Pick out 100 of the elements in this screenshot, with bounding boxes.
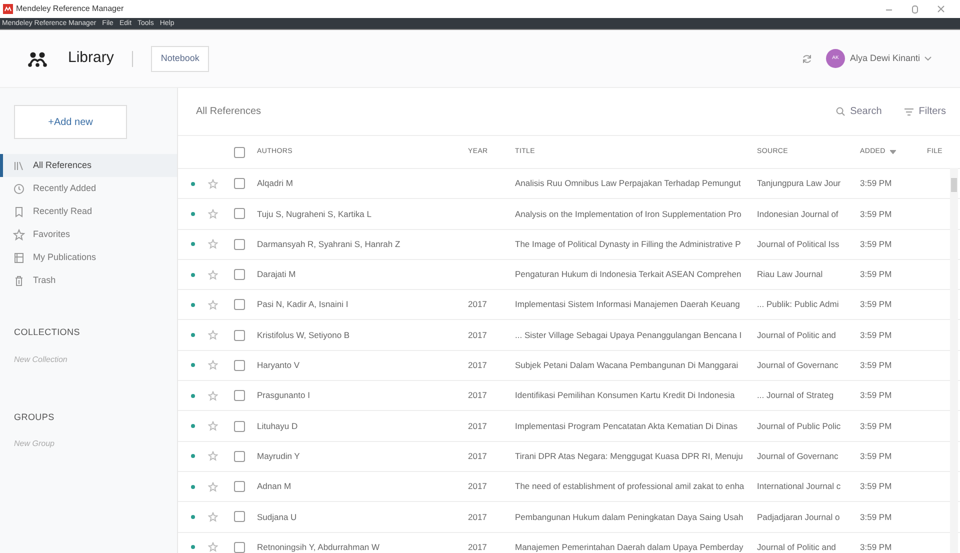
star-icon[interactable] <box>208 360 218 370</box>
row-checkbox[interactable] <box>234 299 245 310</box>
table-cell: 2017 <box>468 330 487 340</box>
row-checkbox[interactable] <box>234 269 245 280</box>
star-icon[interactable] <box>208 270 218 280</box>
table-cell: Mayrudin Y <box>257 450 300 461</box>
table-cell: 2017 <box>468 450 487 461</box>
table-cell: Pasi N, Kadir A, Isnaini I <box>257 299 348 310</box>
sync-icon <box>802 54 812 64</box>
table-cell: Sudjana U <box>257 512 297 522</box>
window-title: Mendeley Reference Manager <box>16 3 124 15</box>
filters-button[interactable]: Filters <box>904 104 946 119</box>
sidebar-item[interactable]: Trash <box>0 269 177 292</box>
table-cell: Darmansyah R, Syahrani S, Hanrah Z <box>257 238 400 249</box>
select-all-checkbox[interactable] <box>234 146 245 158</box>
row-checkbox[interactable] <box>234 450 245 462</box>
row-checkbox[interactable] <box>234 542 245 553</box>
star-icon[interactable] <box>208 482 218 492</box>
star-icon[interactable] <box>208 542 218 552</box>
table-cell: Manajemen Pemerintahan Daerah dalam Upaya Pemberday <box>515 542 744 552</box>
table-cell: 3:59 PM <box>860 208 892 219</box>
table-cell: 3:59 PM <box>860 269 892 280</box>
star-icon[interactable] <box>208 390 218 401</box>
table-cell: Adnan M <box>257 481 292 492</box>
search-button[interactable]: Search <box>836 104 882 119</box>
star-icon[interactable] <box>208 300 218 310</box>
table-cell: 2017 <box>468 360 487 370</box>
table-cell: Tuju S, Nugraheni S, Kartika L <box>257 208 372 219</box>
table-cell: Prasgunanto I <box>257 390 310 400</box>
table-cell: Tanjungpura Law Jour <box>757 178 841 188</box>
table-cell: ... Journal of Strateg <box>757 390 834 400</box>
row-checkbox[interactable] <box>234 238 245 250</box>
star-icon[interactable] <box>208 451 218 462</box>
star-icon[interactable] <box>208 421 218 432</box>
sidebar-item[interactable]: All References <box>0 154 177 177</box>
table-cell: Pembangunan Hukum dalam Peningkatan Daya Saing Usah <box>515 512 744 522</box>
table-cell: 3:59 PM <box>860 390 892 400</box>
bookmark-icon <box>13 206 25 218</box>
table-cell: Riau Law Journal <box>757 269 823 280</box>
table-cell: 3:59 PM <box>860 330 892 340</box>
table-cell: Padjadjaran Journal o <box>757 512 840 522</box>
table-cell: The need of establishment of professional amil zakat to enha <box>515 481 744 492</box>
table-cell: Journal of Governanc <box>757 360 838 370</box>
section-heading: COLLECTIONS <box>14 326 81 339</box>
table-cell: 3:59 PM <box>860 238 892 249</box>
table-cell: 3:59 PM <box>860 360 892 370</box>
star-icon[interactable] <box>208 178 218 189</box>
sidebar-item[interactable]: Recently Read <box>0 200 177 223</box>
table-cell: 3:59 PM <box>860 542 892 552</box>
table-cell: Analysis on the Implementation of Iron Supplementation Pro <box>515 208 742 219</box>
table-cell: Darajati M <box>257 269 296 280</box>
add-new-button[interactable]: +Add new <box>14 105 127 139</box>
table-cell: Indonesian Journal of <box>757 208 838 219</box>
table-cell: 2017 <box>468 512 487 522</box>
table-cell: Journal of Political Iss <box>757 238 840 249</box>
scrollbar[interactable] <box>950 168 958 553</box>
sidebar-item[interactable]: Favorites <box>0 223 177 246</box>
table-cell: International Journal c <box>757 481 841 492</box>
table-cell: Analisis Ruu Omnibus Law Perpajakan Terhadap Pemungut <box>515 178 741 188</box>
star-icon[interactable] <box>208 512 218 522</box>
row-checkbox[interactable] <box>234 208 245 220</box>
table-cell: Journal of Politic and <box>757 542 836 552</box>
row-checkbox[interactable] <box>234 511 245 522</box>
app-logo-icon <box>3 4 13 14</box>
table-cell: 3:59 PM <box>860 420 892 431</box>
row-checkbox[interactable] <box>234 481 245 492</box>
table-cell: 2017 <box>468 481 487 492</box>
sidebar-item[interactable]: Recently Added <box>0 177 177 200</box>
table-cell: 3:59 PM <box>860 178 892 188</box>
table-cell: 2017 <box>468 542 487 552</box>
star-icon[interactable] <box>208 239 218 250</box>
user-menu-button[interactable]: Alya Dewi Kinanti <box>850 52 932 66</box>
document-icon <box>13 252 25 264</box>
notebook-button[interactable]: Notebook <box>150 46 210 72</box>
people-logo-icon <box>28 50 48 66</box>
row-checkbox[interactable] <box>234 360 245 371</box>
table-cell: Journal of Public Polic <box>757 420 841 431</box>
star-icon[interactable] <box>208 330 218 340</box>
table-cell: 2017 <box>468 420 487 431</box>
sort-caret-icon <box>890 150 896 154</box>
table-cell: 2017 <box>468 299 487 310</box>
star-icon <box>13 228 25 240</box>
section-heading: GROUPS <box>14 410 56 424</box>
table-cell: Implementasi Program Pencatatan Akta Kematian Di Dinas <box>515 420 738 431</box>
table-cell: Subjek Petani Dalam Wacana Pembangunan Di Manggarai <box>515 360 738 370</box>
row-checkbox[interactable] <box>234 420 245 432</box>
star-icon[interactable] <box>208 208 218 219</box>
close-icon <box>937 5 945 13</box>
row-checkbox[interactable] <box>234 330 245 341</box>
table-cell: Haryanto V <box>257 360 300 370</box>
filter-icon <box>904 108 914 116</box>
trash-icon <box>13 274 25 286</box>
table-cell: Implementasi Sistem Informasi Manajemen Daerah Keuang <box>515 299 740 310</box>
row-checkbox[interactable] <box>234 178 245 190</box>
chevron-down-icon <box>924 56 932 61</box>
table-cell: Pengaturan Hukum di Indonesia Terkait ASEAN Comprehen <box>515 269 742 280</box>
row-checkbox[interactable] <box>234 390 245 402</box>
table-cell: 2017 <box>468 390 487 400</box>
sidebar-item[interactable]: My Publications <box>0 246 177 269</box>
table-cell: 3:59 PM <box>860 450 892 461</box>
